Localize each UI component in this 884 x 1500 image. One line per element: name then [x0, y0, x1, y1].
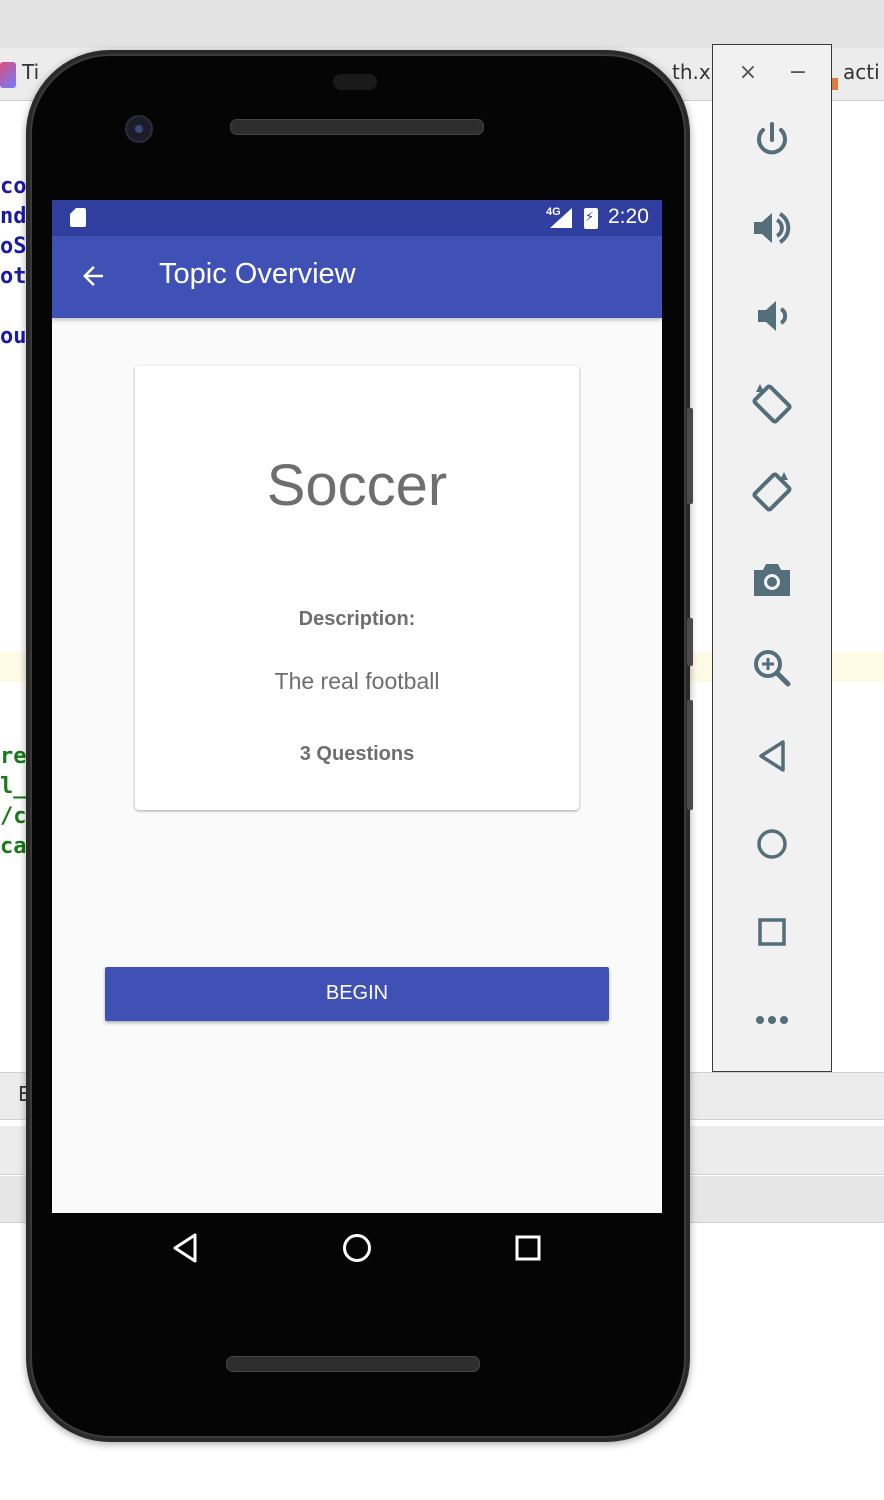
back-triangle-icon[interactable]: [168, 1230, 204, 1266]
home-icon[interactable]: [748, 820, 796, 868]
close-icon[interactable]: ×: [735, 58, 761, 88]
topic-card: Soccer Description: The real football 3 …: [135, 366, 579, 810]
battery-charging-icon: [584, 208, 598, 229]
volume-up-icon[interactable]: [748, 204, 796, 252]
rotate-left-icon[interactable]: [748, 380, 796, 428]
status-time: 2:20: [608, 205, 649, 228]
sd-card-icon: [70, 208, 86, 227]
back-icon[interactable]: [748, 732, 796, 780]
phone-sensor: [333, 74, 377, 90]
arrow-back-icon[interactable]: [78, 261, 108, 291]
rotate-right-icon[interactable]: [748, 468, 796, 516]
code-line: ca: [0, 834, 27, 859]
topic-description: The real football: [274, 668, 440, 694]
phone-power-button[interactable]: [687, 618, 693, 666]
volume-down-icon[interactable]: [748, 292, 796, 340]
ide-tab-middle[interactable]: th.x: [672, 60, 711, 84]
top-speaker-grille: [230, 119, 484, 135]
camera-lens: [135, 125, 143, 133]
overview-icon[interactable]: [748, 908, 796, 956]
recents-square-icon[interactable]: [510, 1230, 546, 1266]
phone-side-button[interactable]: [687, 700, 693, 810]
app-toolbar: Topic Overview: [52, 236, 662, 318]
ide-tab-left[interactable]: Ti: [22, 60, 39, 84]
phone-volume-button[interactable]: [687, 408, 693, 504]
page-title: Topic Overview: [159, 258, 356, 290]
ide-title-bar: [0, 0, 884, 49]
begin-button[interactable]: BEGIN: [105, 967, 609, 1021]
question-count: 3 Questions: [299, 743, 415, 765]
home-circle-icon[interactable]: [339, 1230, 375, 1266]
power-icon[interactable]: [748, 116, 796, 164]
zoom-in-icon[interactable]: [748, 644, 796, 692]
status-bar: 4G 2:20: [52, 200, 662, 236]
kotlin-file-icon: [0, 62, 16, 88]
minimize-icon[interactable]: −: [785, 58, 811, 88]
description-label: Description:: [298, 608, 416, 630]
more-icon[interactable]: [748, 996, 796, 1044]
topic-name: Soccer: [266, 453, 448, 518]
device-screen: 4G 2:20 Topic Overview Soccer Descriptio…: [52, 200, 662, 1213]
camera-icon[interactable]: [748, 556, 796, 604]
network-type-label: 4G: [546, 206, 561, 218]
code-line: re: [0, 744, 27, 769]
bottom-speaker-grille: [226, 1356, 480, 1372]
begin-button-label: BEGIN: [325, 982, 389, 1004]
ide-tab-right[interactable]: acti: [843, 60, 880, 84]
